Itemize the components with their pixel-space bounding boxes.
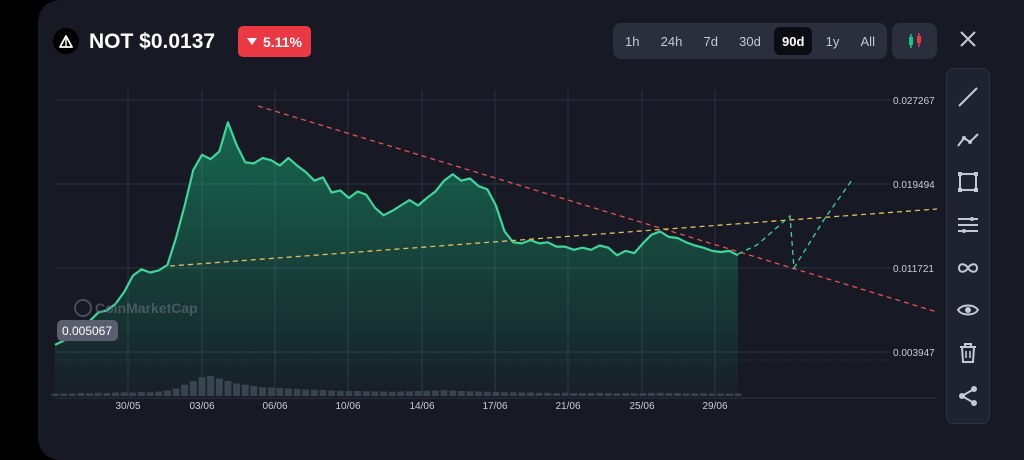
x-tick-label: 17/06: [482, 401, 507, 412]
x-tick-label: 06/06: [262, 401, 287, 412]
price-chart: 0.027267 0.019494 0.011721 0.003947 30/05 03…: [51, 90, 938, 412]
x-tick-label: 30/05: [115, 401, 140, 412]
y-tick-label: 0.011721: [893, 264, 934, 275]
x-tick-label: 03/06: [189, 401, 214, 412]
price-area-fill: [55, 122, 738, 397]
projection-path: [737, 179, 853, 271]
price-marker-label: 0.005067: [62, 324, 112, 338]
x-tick-label: 29/06: [702, 401, 727, 412]
x-tick-label: 14/06: [409, 401, 434, 412]
x-tick-label: 10/06: [335, 401, 360, 412]
x-tick-label: 25/06: [629, 401, 654, 412]
watermark-logo-icon: [74, 299, 92, 317]
y-tick-label: 0.027267: [893, 96, 935, 107]
x-tick-label: 21/06: [555, 401, 580, 412]
y-tick-label: 0.019494: [893, 180, 935, 191]
y-tick-label: 0.003947: [893, 348, 935, 359]
watermark: CoinMarketCap: [95, 300, 198, 316]
